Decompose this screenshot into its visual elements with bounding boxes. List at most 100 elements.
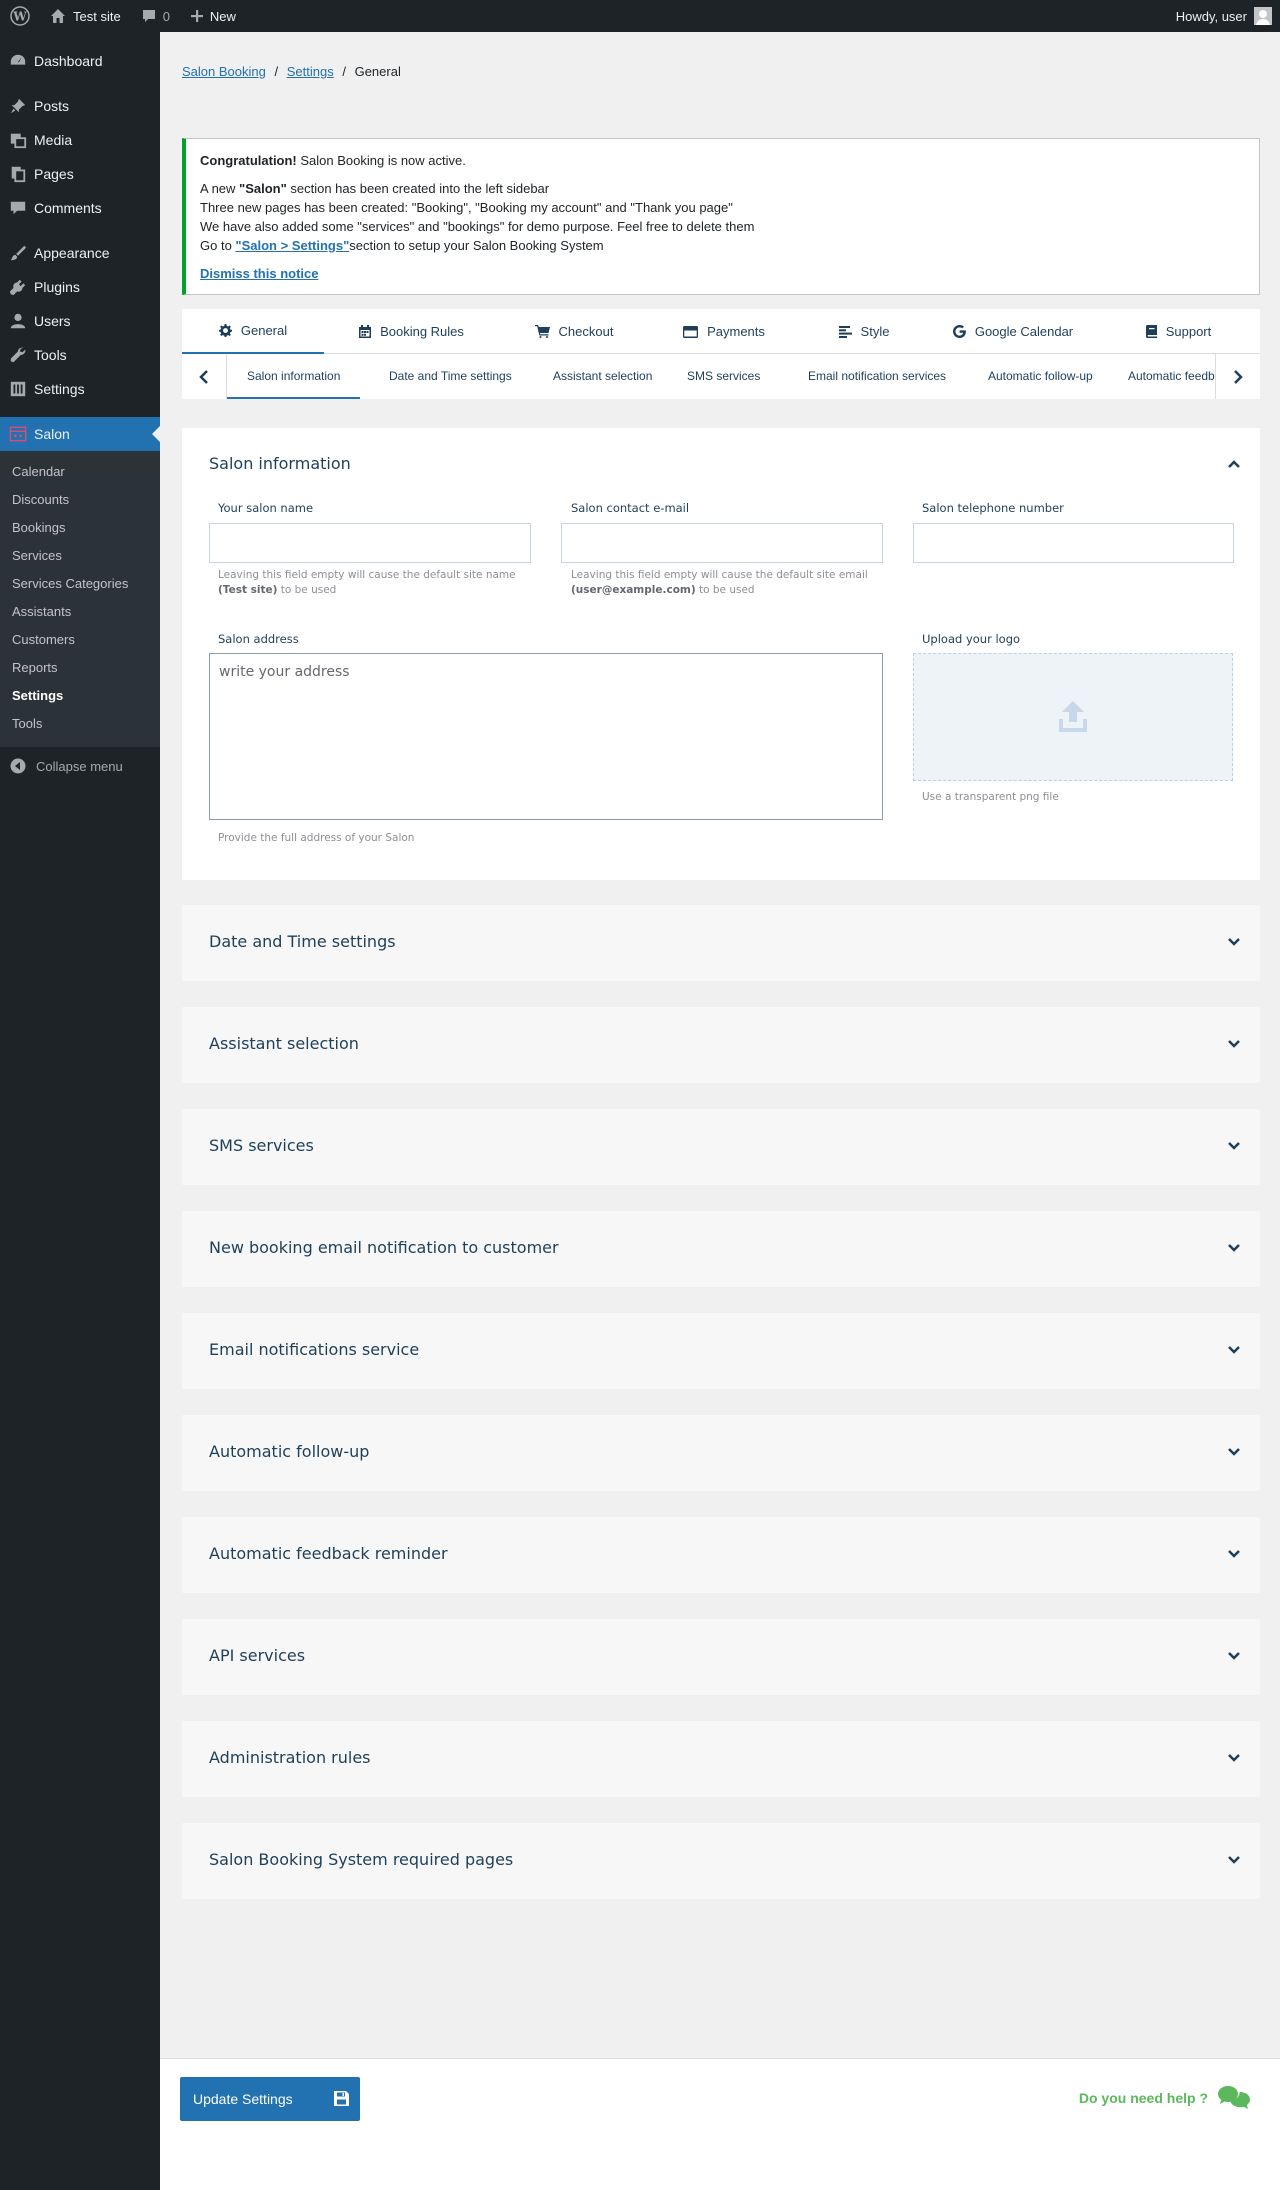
submenu-assistants[interactable]: Assistants	[0, 598, 160, 626]
panel-title: Automatic feedback reminder	[209, 1544, 448, 1563]
panel-api-services[interactable]: API services	[182, 1619, 1260, 1695]
submenu-bookings[interactable]: Bookings	[0, 514, 160, 542]
subtab-assistant-selection[interactable]: Assistant selection	[533, 354, 672, 399]
salon-name-input[interactable]	[209, 523, 531, 563]
wordpress-logo-icon[interactable]: W	[0, 0, 40, 32]
collapse-menu-button[interactable]: Collapse menu	[0, 749, 160, 783]
submenu-services[interactable]: Services	[0, 542, 160, 570]
panel-assistant-selection[interactable]: Assistant selection	[182, 1007, 1260, 1083]
submenu-customers[interactable]: Customers	[0, 626, 160, 654]
subtabs-prev-button[interactable]	[182, 354, 227, 399]
comments-link[interactable]: 0	[131, 0, 180, 32]
gear-icon	[218, 324, 241, 337]
tab-label: Google Calendar	[974, 324, 1074, 339]
menu-salon[interactable]: Salon	[0, 417, 160, 451]
panel-new-booking-email[interactable]: New booking email notification to custom…	[182, 1211, 1260, 1287]
breadcrumb-settings[interactable]: Settings	[287, 64, 334, 79]
panel-administration-rules[interactable]: Administration rules	[182, 1721, 1260, 1797]
my-account-link[interactable]: Howdy, user	[1166, 0, 1280, 32]
submenu-services-categories[interactable]: Services Categories	[0, 570, 160, 598]
menu-dashboard[interactable]: Dashboard	[0, 44, 160, 78]
chevron-left-icon	[199, 369, 209, 384]
menu-label: Users	[34, 313, 71, 329]
user-icon	[8, 311, 28, 331]
notice-title-bold: Congratulation!	[200, 153, 297, 168]
tab-label: Support	[1165, 324, 1212, 339]
subtab-email-notification[interactable]: Email notification services	[788, 354, 966, 399]
settings-footer: Update Settings Do you need help ?	[160, 2058, 1280, 2190]
dismiss-notice-link[interactable]: Dismiss this notice	[200, 266, 318, 281]
chevron-down-icon[interactable]	[1226, 1342, 1242, 1358]
panel-title[interactable]: Salon information	[209, 454, 351, 473]
menu-tools[interactable]: Tools	[0, 338, 160, 372]
panel-email-notifications-service[interactable]: Email notifications service	[182, 1313, 1260, 1389]
chevron-down-icon[interactable]	[1226, 1240, 1242, 1256]
chevron-down-icon[interactable]	[1226, 1546, 1242, 1562]
submenu-settings[interactable]: Settings	[0, 682, 160, 710]
home-icon	[50, 8, 66, 24]
salon-address-textarea[interactable]: write your address	[209, 653, 883, 820]
panel-sms-services[interactable]: SMS services	[182, 1109, 1260, 1185]
subtab-sms-services[interactable]: SMS services	[667, 354, 780, 399]
subtab-salon-information[interactable]: Salon information	[227, 354, 361, 399]
panel-automatic-follow-up[interactable]: Automatic follow-up	[182, 1415, 1260, 1491]
tab-general[interactable]: General	[182, 309, 324, 354]
update-settings-label: Update Settings	[193, 2091, 293, 2107]
brush-icon	[8, 243, 28, 263]
menu-pages[interactable]: Pages	[0, 157, 160, 191]
menu-label: Plugins	[34, 279, 80, 295]
subtab-date-time[interactable]: Date and Time settings	[369, 354, 532, 399]
salon-settings-link[interactable]: "Salon > Settings"	[235, 238, 349, 253]
tab-payments[interactable]: Payments	[649, 309, 799, 354]
new-content-link[interactable]: New	[180, 0, 246, 32]
menu-plugins[interactable]: Plugins	[0, 270, 160, 304]
notice-line4-a: Go to	[200, 238, 236, 253]
subtabs-next-button[interactable]	[1215, 354, 1260, 399]
tab-google-calendar[interactable]: Google Calendar	[929, 309, 1097, 354]
panel-required-pages[interactable]: Salon Booking System required pages	[182, 1823, 1260, 1899]
chevron-down-icon[interactable]	[1226, 1138, 1242, 1154]
menu-appearance[interactable]: Appearance	[0, 236, 160, 270]
subtab-automatic-feedback[interactable]: Automatic feedback reminder	[1108, 354, 1215, 399]
menu-settings[interactable]: Settings	[0, 372, 160, 406]
chevron-down-icon[interactable]	[1226, 1750, 1242, 1766]
chevron-down-icon[interactable]	[1226, 1852, 1242, 1868]
menu-label: Settings	[34, 381, 85, 397]
subtab-automatic-follow-up[interactable]: Automatic follow-up	[968, 354, 1113, 399]
chevron-up-icon[interactable]	[1226, 456, 1242, 472]
chevron-down-icon[interactable]	[1226, 934, 1242, 950]
salon-email-input[interactable]	[561, 523, 883, 563]
chevron-down-icon[interactable]	[1226, 1036, 1242, 1052]
panel-date-time-settings[interactable]: Date and Time settings	[182, 905, 1260, 981]
tab-checkout[interactable]: Checkout	[499, 309, 649, 354]
tab-booking-rules[interactable]: Booking Rules	[324, 309, 499, 354]
submenu-tools[interactable]: Tools	[0, 710, 160, 738]
google-icon	[952, 325, 975, 338]
chevron-down-icon[interactable]	[1226, 1444, 1242, 1460]
salon-phone-input[interactable]	[913, 523, 1234, 563]
menu-label: Tools	[34, 347, 67, 363]
tab-style[interactable]: Style	[799, 309, 929, 354]
breadcrumb-salon-booking[interactable]: Salon Booking	[182, 64, 266, 79]
submenu-discounts[interactable]: Discounts	[0, 486, 160, 514]
chevron-down-icon[interactable]	[1226, 1648, 1242, 1664]
menu-posts[interactable]: Posts	[0, 89, 160, 123]
menu-comments[interactable]: Comments	[0, 191, 160, 225]
credit-card-icon	[683, 325, 707, 338]
logo-upload-dropzone[interactable]	[913, 653, 1233, 781]
chevron-right-icon	[1233, 369, 1243, 384]
help-link[interactable]: Do you need help ?	[1079, 2085, 1250, 2111]
tab-support[interactable]: Support	[1097, 309, 1260, 354]
settings-tabs: General Booking Rules Checkout Payments …	[182, 309, 1260, 354]
submenu-reports[interactable]: Reports	[0, 654, 160, 682]
panel-title: SMS services	[209, 1136, 314, 1155]
submenu-calendar[interactable]: Calendar	[0, 458, 160, 486]
salon-email-hint: Leaving this field empty will cause the …	[571, 568, 891, 598]
help-text: Do you need help ?	[1078, 2090, 1208, 2106]
site-name-link[interactable]: Test site	[40, 0, 131, 32]
menu-users[interactable]: Users	[0, 304, 160, 338]
breadcrumb-separator: /	[342, 64, 346, 79]
panel-automatic-feedback-reminder[interactable]: Automatic feedback reminder	[182, 1517, 1260, 1593]
menu-media[interactable]: Media	[0, 123, 160, 157]
update-settings-button[interactable]: Update Settings	[180, 2077, 360, 2121]
